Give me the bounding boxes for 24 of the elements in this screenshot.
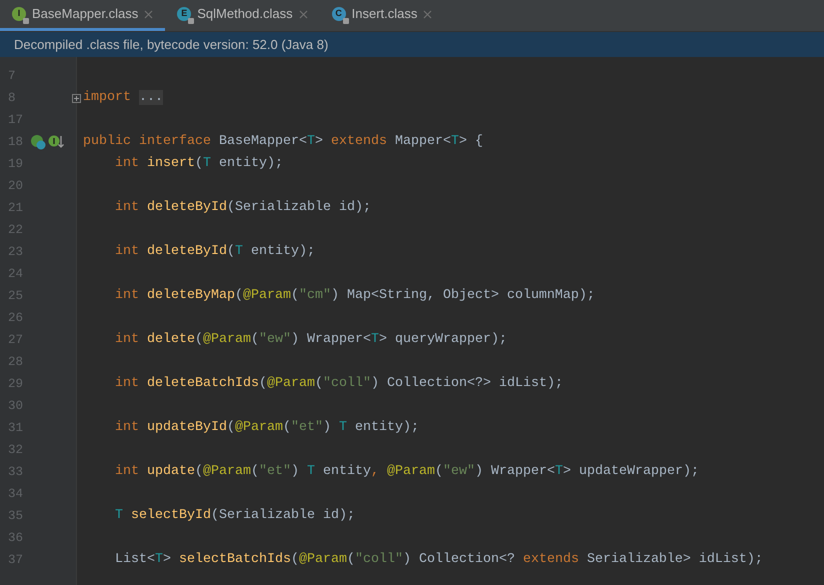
code-line: T selectById(Serializable id);: [114, 507, 355, 525]
code-line: int deleteById(Serializable id);: [114, 199, 371, 217]
code-line: List<T> selectBatchIds(@Param("coll") Collection<? extends Serializable> idList);: [114, 551, 763, 569]
close-icon[interactable]: [298, 10, 308, 18]
class-file-icon: I: [12, 7, 26, 21]
close-icon[interactable]: [144, 10, 154, 18]
fold-icon[interactable]: [72, 94, 81, 103]
code-line: int deleteBatchIds(@Param("coll") Collection<?> idList);: [114, 375, 563, 393]
editor-tab[interactable]: E SqlMethod.class: [165, 0, 320, 31]
class-file-icon: C: [332, 7, 346, 21]
class-file-icon: E: [177, 7, 192, 21]
code-line: int deleteByMap(@Param("cm") Map<String, Object> columnMap);: [114, 287, 595, 305]
editor-tab[interactable]: C Insert.class: [320, 0, 444, 31]
code-line: public interface BaseMapper<T> extends Mapper<T> {: [83, 133, 483, 151]
overridden-icon[interactable]: [48, 134, 64, 150]
code-line: int update(@Param("et") T entity, @Param("ew") Wrapper<T> updateWrapper);: [114, 463, 699, 481]
code-line: int delete(@Param("ew") Wrapper<T> queryWrapper);: [114, 331, 507, 349]
code-line: int deleteById(T entity);: [114, 243, 315, 261]
code-line: int updateById(@Param("et") T entity);: [114, 419, 419, 437]
implemented-icon[interactable]: [30, 134, 46, 150]
close-icon[interactable]: [423, 10, 432, 18]
info-banner: Decompiled .class file, bytecode version: 52.0 (Java 8): [0, 32, 824, 57]
code-line: import ...: [83, 89, 163, 107]
code-line: int insert(T entity);: [114, 155, 283, 173]
